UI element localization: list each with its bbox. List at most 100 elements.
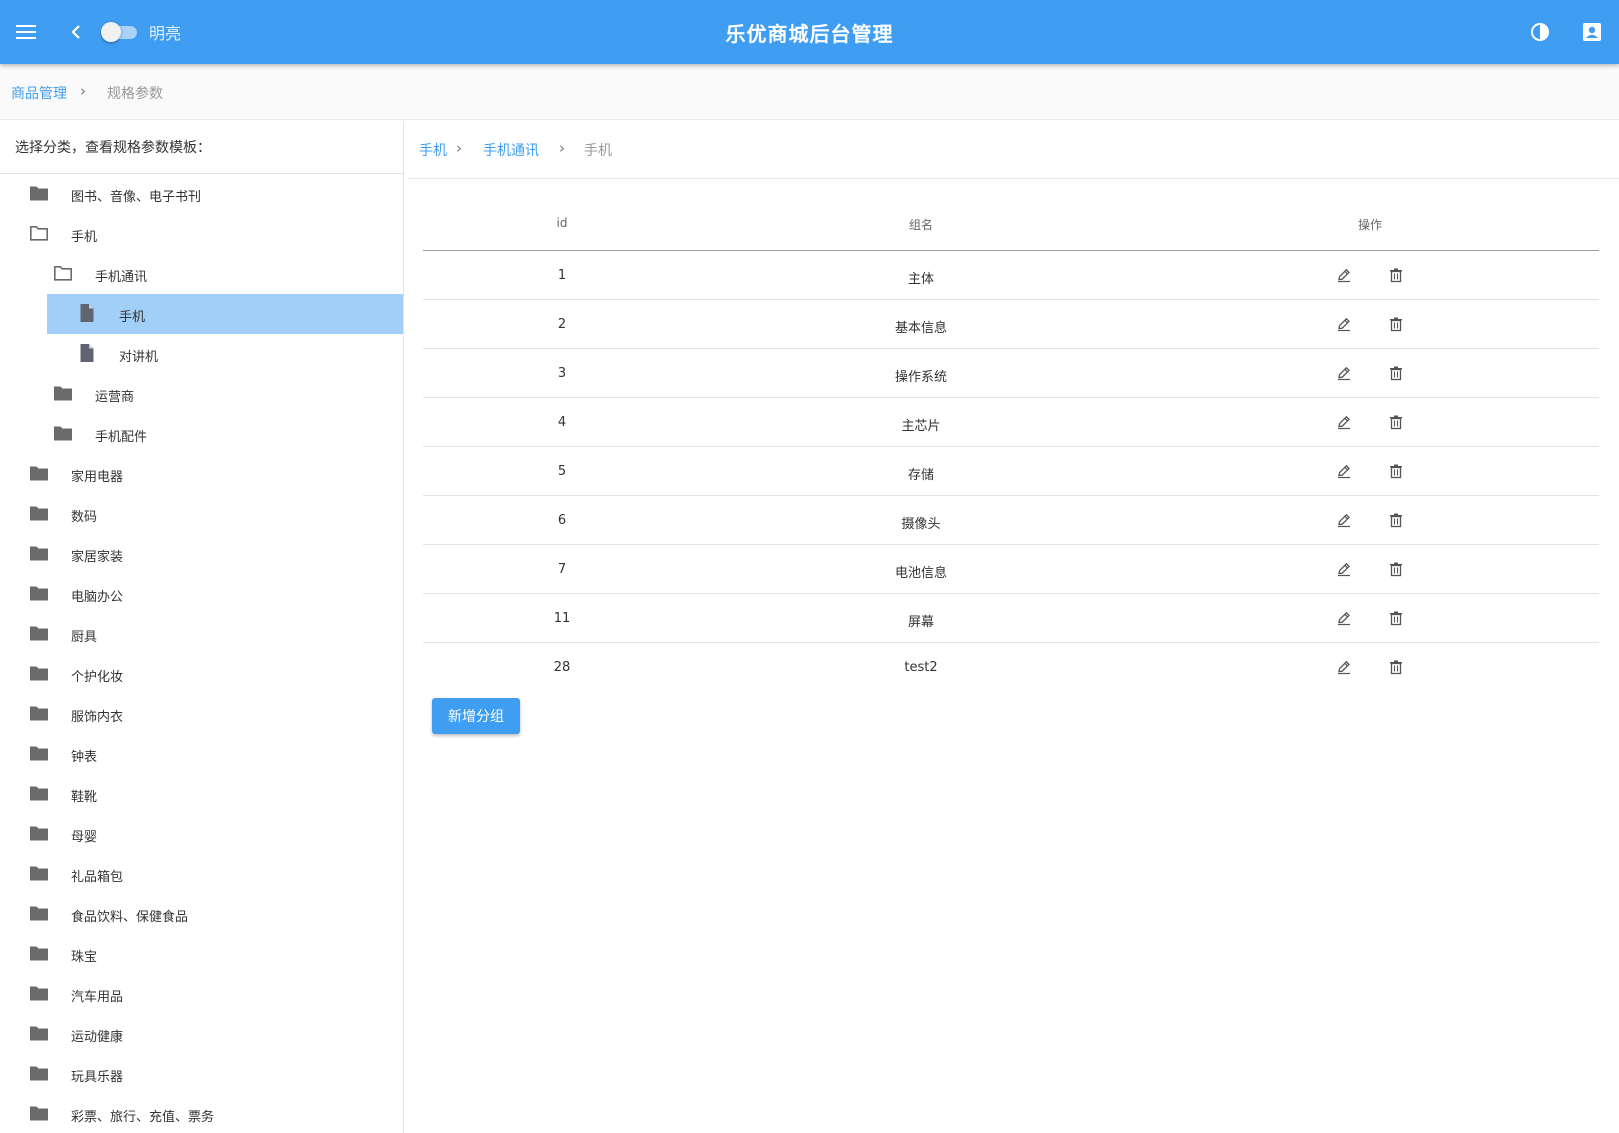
tree-item-label: 个护化妆 — [71, 670, 124, 685]
tree-item-label: 鞋靴 — [71, 790, 98, 805]
cell-id: 11 — [553, 611, 571, 626]
delete-icon[interactable] — [1388, 610, 1404, 626]
folder-icon — [29, 824, 49, 842]
category-path-level2[interactable]: 手机通讯 — [483, 140, 539, 160]
file-icon — [79, 343, 99, 362]
tree-item[interactable]: 家用电器 — [0, 454, 403, 494]
tree-item-label: 母婴 — [71, 830, 98, 845]
edit-icon[interactable] — [1336, 267, 1352, 283]
cell-name: 存储 — [907, 468, 935, 483]
breadcrumb-parent-link[interactable]: 商品管理 — [11, 83, 67, 103]
folder-open-icon — [53, 264, 73, 282]
tree-item[interactable]: 运营商 — [0, 374, 403, 414]
cell-name: 主体 — [907, 272, 935, 287]
cell-id: 4 — [557, 415, 567, 430]
tree-item-label: 钟表 — [71, 750, 98, 765]
column-header-id[interactable]: id — [557, 216, 568, 230]
tree-item[interactable]: 食品饮料、保健食品 — [0, 894, 403, 934]
folder-icon — [29, 864, 49, 882]
folder-icon — [29, 944, 49, 962]
tree-item[interactable]: 汽车用品 — [0, 974, 403, 1014]
tree-item-label: 手机通讯 — [95, 270, 148, 285]
tree-item-label: 手机配件 — [95, 430, 148, 445]
column-header-name[interactable]: 组名 — [909, 216, 933, 233]
edit-icon[interactable] — [1336, 561, 1352, 577]
edit-icon[interactable] — [1336, 365, 1352, 381]
cell-name: 电池信息 — [894, 566, 948, 581]
cell-name: test2 — [904, 660, 938, 675]
contrast-button[interactable] — [1524, 16, 1556, 48]
tree-item[interactable]: 手机 — [0, 294, 403, 334]
tree-item[interactable]: 对讲机 — [0, 334, 403, 374]
tree-item[interactable]: 鞋靴 — [0, 774, 403, 814]
folder-icon — [29, 1024, 49, 1042]
table-row: 1 主体 — [423, 251, 1599, 300]
account-button[interactable] — [1576, 16, 1608, 48]
cell-id: 28 — [553, 660, 571, 675]
spec-group-table: id 组名 操作 1 主体 2 基本信息 3 操作系统 4 主芯片 5 存储 6 摄像头 7 电池信息 11… — [423, 200, 1599, 692]
folder-icon — [29, 704, 49, 722]
tree-item-label: 玩具乐器 — [71, 1070, 124, 1085]
delete-icon[interactable] — [1388, 365, 1404, 381]
contrast-icon — [1531, 23, 1549, 41]
edit-icon[interactable] — [1336, 414, 1352, 430]
tree-item-label: 珠宝 — [71, 950, 98, 965]
tree-item-label: 电脑办公 — [71, 590, 124, 605]
tree-item-label: 服饰内衣 — [71, 710, 124, 725]
tree-item-label: 彩票、旅行、充值、票务 — [71, 1110, 215, 1125]
delete-icon[interactable] — [1388, 659, 1404, 675]
tree-item[interactable]: 钟表 — [0, 734, 403, 774]
tree-item-label: 食品饮料、保健食品 — [71, 910, 189, 925]
tree-item[interactable]: 礼品箱包 — [0, 854, 403, 894]
edit-icon[interactable] — [1336, 316, 1352, 332]
tree-item[interactable]: 数码 — [0, 494, 403, 534]
folder-icon — [53, 424, 73, 442]
tree-item[interactable]: 图书、音像、电子书刊 — [0, 174, 403, 214]
app-bar: 明亮 乐优商城后台管理 — [0, 0, 1619, 64]
tree-item[interactable]: 服饰内衣 — [0, 694, 403, 734]
tree-item-label: 家用电器 — [71, 470, 124, 485]
tree-item[interactable]: 电脑办公 — [0, 574, 403, 614]
add-group-button[interactable]: 新增分组 — [432, 698, 520, 734]
table-row: 5 存储 — [423, 447, 1599, 496]
account-box-icon — [1583, 23, 1601, 41]
category-tree-header: 选择分类，查看规格参数模板： — [15, 140, 211, 156]
tree-item[interactable]: 家居家装 — [0, 534, 403, 574]
delete-icon[interactable] — [1388, 512, 1404, 528]
edit-icon[interactable] — [1336, 610, 1352, 626]
delete-icon[interactable] — [1388, 463, 1404, 479]
delete-icon[interactable] — [1388, 316, 1404, 332]
tree-item[interactable]: 手机通讯 — [0, 254, 403, 294]
cell-id: 2 — [557, 317, 567, 332]
tree-item[interactable]: 手机配件 — [0, 414, 403, 454]
edit-icon[interactable] — [1336, 512, 1352, 528]
tree-item[interactable]: 珠宝 — [0, 934, 403, 974]
folder-icon — [29, 544, 49, 562]
category-tree: 图书、音像、电子书刊 手机 手机通讯 手机 对讲机 运营商 手机配件 家用电器 数码 家居家装 电脑… — [0, 174, 403, 1133]
tree-item[interactable]: 玩具乐器 — [0, 1054, 403, 1094]
folder-icon — [29, 1064, 49, 1082]
table-row: 2 基本信息 — [423, 300, 1599, 349]
tree-item[interactable]: 运动健康 — [0, 1014, 403, 1054]
table-row: 7 电池信息 — [423, 545, 1599, 594]
category-tree-panel: 选择分类，查看规格参数模板： 图书、音像、电子书刊 手机 手机通讯 手机 对讲机 运营商手… — [0, 121, 404, 1133]
delete-icon[interactable] — [1388, 267, 1404, 283]
tree-item-label: 厨具 — [71, 630, 98, 645]
tree-item[interactable]: 母婴 — [0, 814, 403, 854]
cell-id: 5 — [557, 464, 567, 479]
folder-icon — [29, 504, 49, 522]
cell-id: 3 — [557, 366, 567, 381]
tree-item[interactable]: 厨具 — [0, 614, 403, 654]
cell-name: 主芯片 — [901, 419, 941, 434]
delete-icon[interactable] — [1388, 414, 1404, 430]
delete-icon[interactable] — [1388, 561, 1404, 577]
edit-icon[interactable] — [1336, 463, 1352, 479]
selection-highlight — [47, 294, 403, 334]
category-path-level1[interactable]: 手机 — [419, 140, 447, 160]
edit-icon[interactable] — [1336, 659, 1352, 675]
tree-item-label: 汽车用品 — [71, 990, 124, 1005]
folder-icon — [29, 744, 49, 762]
tree-item[interactable]: 手机 — [0, 214, 403, 254]
tree-item[interactable]: 彩票、旅行、充值、票务 — [0, 1094, 403, 1133]
tree-item[interactable]: 个护化妆 — [0, 654, 403, 694]
